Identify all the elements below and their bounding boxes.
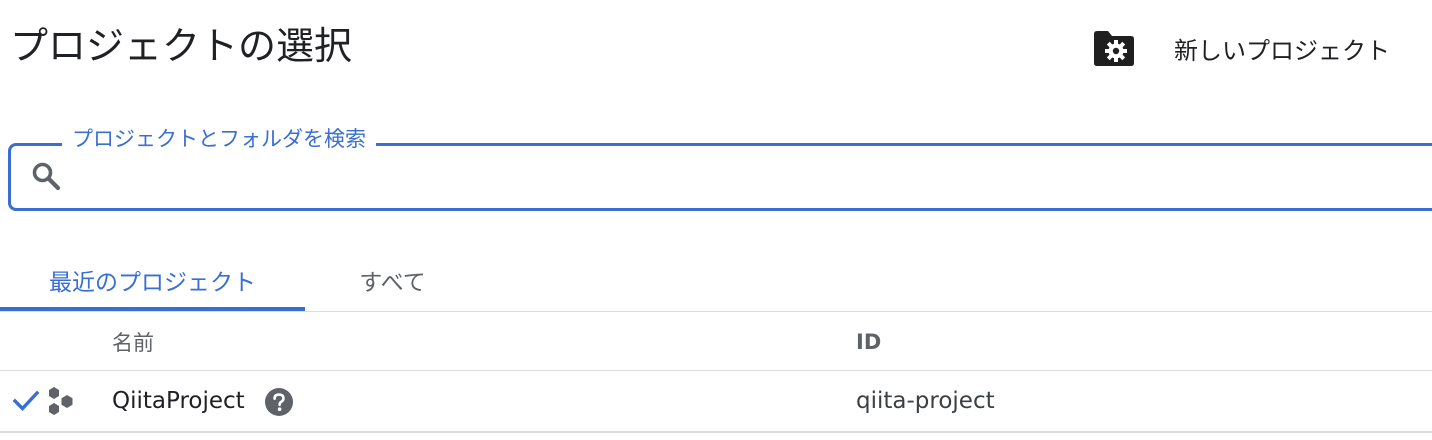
check-icon bbox=[12, 390, 40, 411]
tab-recent-projects[interactable]: 最近のプロジェクト bbox=[0, 252, 305, 308]
project-id: qiita-project bbox=[856, 388, 995, 414]
new-project-label: 新しいプロジェクト bbox=[1174, 36, 1390, 65]
search-input[interactable] bbox=[80, 152, 1424, 204]
search-label: プロジェクトとフォルダを検索 bbox=[62, 124, 376, 154]
help-icon[interactable] bbox=[264, 387, 294, 417]
project-name-link[interactable]: QiitaProject bbox=[112, 371, 245, 431]
tab-all[interactable]: すべて bbox=[305, 252, 480, 308]
tabs-divider bbox=[0, 311, 1432, 312]
column-header-id[interactable]: ID bbox=[856, 320, 881, 364]
page-title: プロジェクトの選択 bbox=[10, 24, 353, 68]
column-header-name[interactable]: 名前 bbox=[112, 320, 154, 364]
project-hexagons-icon bbox=[49, 387, 73, 415]
project-picker-dialog: プロジェクトの選択 新しいプロジェクト プロジェクトとフォルダを検索 最近のプロ… bbox=[0, 0, 1432, 440]
new-project-button[interactable]: 新しいプロジェクト bbox=[1092, 22, 1390, 74]
row-divider bbox=[0, 431, 1432, 433]
table-row[interactable]: QiitaProject qiita-project bbox=[0, 371, 1432, 431]
search-icon bbox=[32, 162, 61, 191]
folder-gear-icon bbox=[1094, 31, 1134, 66]
